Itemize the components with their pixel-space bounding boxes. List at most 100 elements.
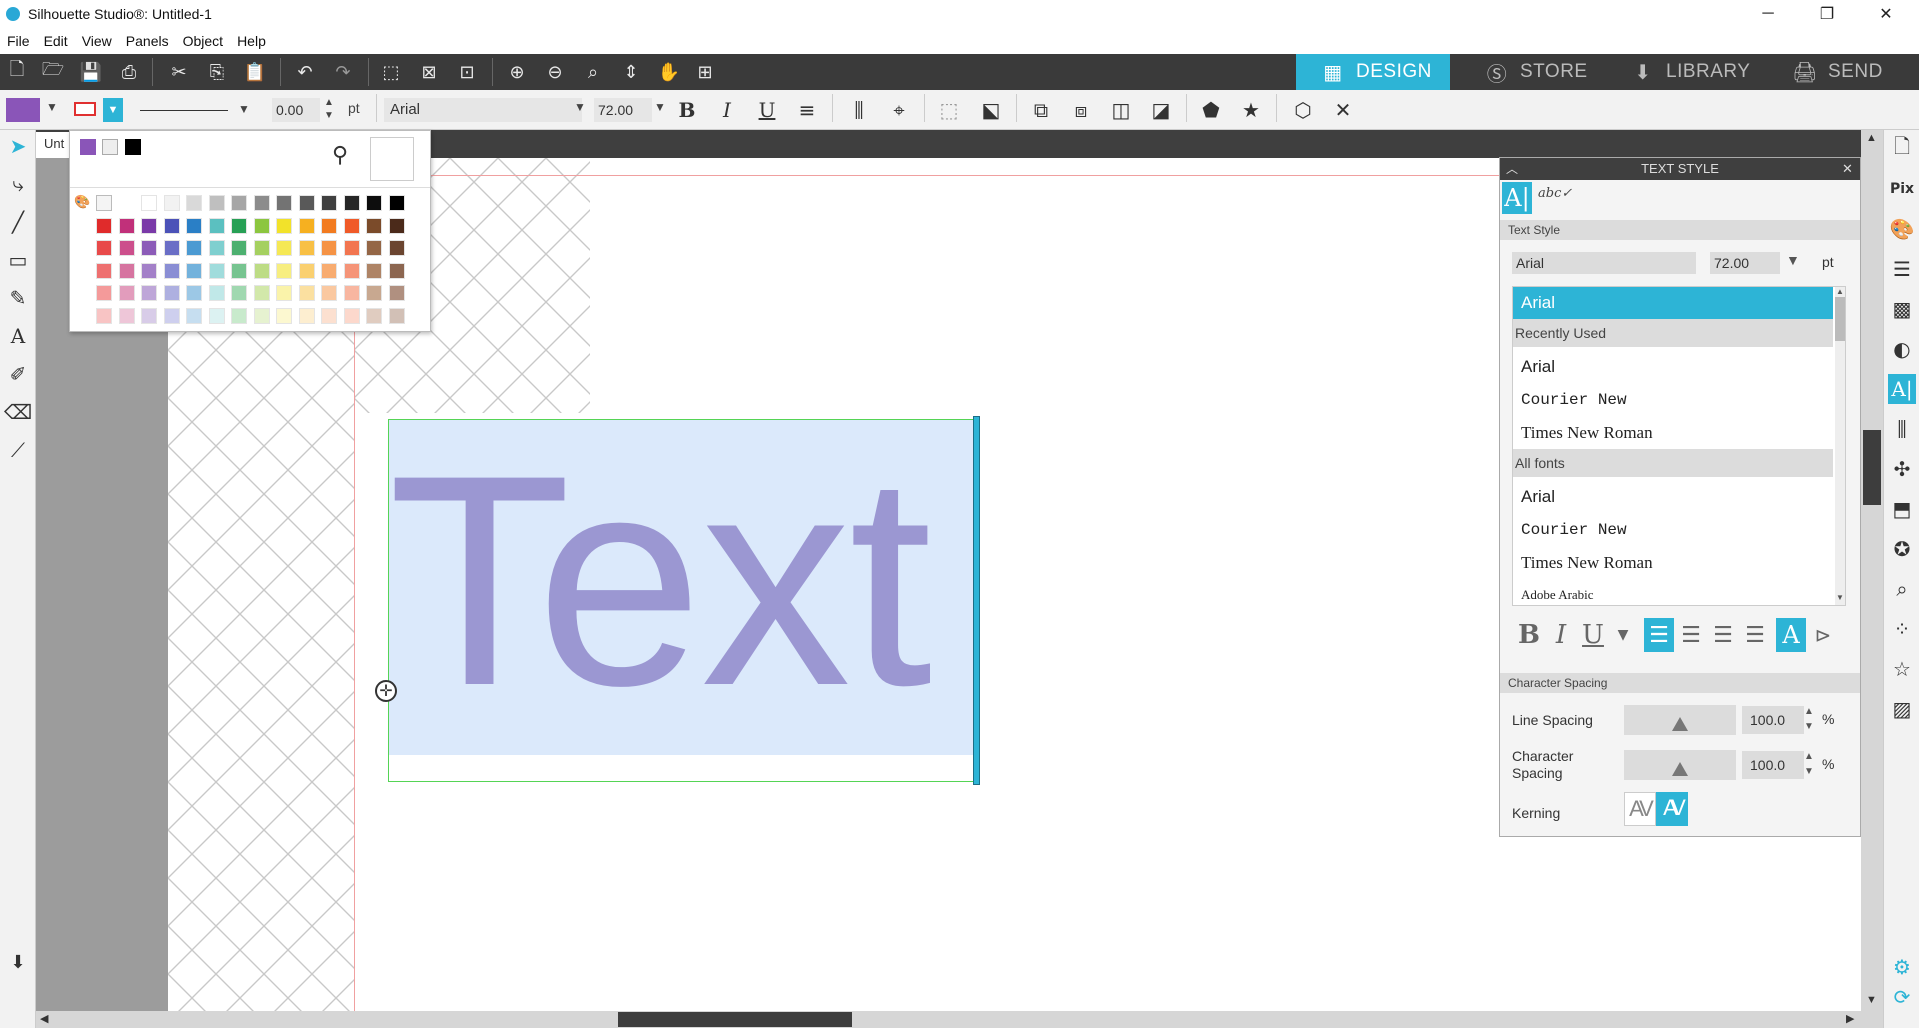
cut-icon[interactable]: ✂ [166, 60, 192, 84]
panel-italic-button[interactable]: I [1546, 618, 1576, 652]
color-swatch[interactable] [276, 240, 292, 256]
color-swatch[interactable] [321, 307, 337, 324]
color-swatch[interactable] [366, 240, 382, 256]
color-swatch[interactable] [208, 217, 225, 234]
align-right-button[interactable]: ☰ [1708, 618, 1738, 652]
scroll-down-icon[interactable]: ▼ [1866, 994, 1877, 1006]
font-list-item[interactable]: Times New Roman [1513, 547, 1833, 579]
color-swatch[interactable] [343, 285, 360, 301]
favorites-star-icon[interactable]: ☆ [1888, 654, 1916, 684]
tab-library[interactable]: ⬇ LIBRARY [1604, 54, 1764, 90]
line-spacing-stepper[interactable]: ▲ ▼ [1804, 704, 1814, 734]
fill-pattern-icon[interactable]: ▩ [1888, 294, 1916, 324]
send-to-back-icon[interactable]: ⧈ [1068, 98, 1094, 122]
menu-view[interactable]: View [75, 33, 119, 49]
text-style-tab-icon[interactable]: A| [1502, 182, 1532, 214]
pencil-tool-icon[interactable]: ✎ [4, 284, 32, 312]
undo-icon[interactable]: ↶ [292, 60, 318, 84]
knife-tool-icon[interactable]: ⟋ [4, 436, 32, 464]
line-style-preview[interactable] [140, 110, 228, 111]
color-swatch[interactable] [388, 217, 405, 234]
menu-edit[interactable]: Edit [37, 33, 75, 49]
color-swatch[interactable] [231, 262, 247, 279]
horizontal-scroll-thumb[interactable] [618, 1012, 852, 1027]
hatch-fill-icon[interactable]: ▨ [1888, 694, 1916, 724]
color-swatch[interactable] [141, 285, 157, 301]
font-size-dropdown-icon[interactable]: ▼ [654, 100, 666, 114]
color-swatch[interactable] [321, 262, 337, 279]
scroll-left-icon[interactable]: ◀ [40, 1012, 48, 1025]
color-swatch[interactable] [208, 240, 225, 256]
bold-button[interactable]: B [674, 98, 700, 122]
recent-color-swatch[interactable] [80, 139, 96, 155]
color-swatch[interactable] [321, 240, 337, 256]
line-weight-input[interactable]: 0.00 [272, 98, 320, 122]
star-shape-icon[interactable]: ★ [1238, 98, 1264, 122]
zoom-select-icon[interactable]: ⌕ [580, 60, 606, 84]
menu-panels[interactable]: Panels [119, 33, 176, 49]
tab-send[interactable]: 🖨 SEND [1764, 54, 1919, 90]
font-list-scroll-thumb[interactable] [1835, 297, 1845, 341]
color-swatch[interactable] [366, 285, 382, 301]
collapse-chevron-icon[interactable]: ︿ [1506, 158, 1518, 180]
color-swatch[interactable] [96, 240, 112, 256]
color-swatch[interactable] [163, 217, 180, 234]
color-swatch[interactable] [141, 217, 157, 234]
char-spacing-slider[interactable] [1624, 750, 1736, 780]
eyedropper-icon[interactable]: ⚲ [332, 143, 348, 168]
pan-hand-icon[interactable]: ✋ [656, 60, 682, 84]
select-arrow-icon[interactable]: ➤ [4, 132, 32, 160]
panel-underline-button[interactable]: U [1578, 618, 1608, 652]
color-swatch[interactable] [388, 195, 405, 211]
menu-help[interactable]: Help [230, 33, 273, 49]
color-swatch[interactable] [253, 240, 270, 256]
fit-to-page-icon[interactable]: ⇕ [618, 60, 644, 84]
line-spacing-slider[interactable] [1624, 705, 1736, 735]
color-swatch[interactable] [253, 307, 270, 324]
delete-icon[interactable]: ✕ [1330, 98, 1356, 122]
color-swatch[interactable] [343, 307, 360, 324]
line-spacing-input[interactable]: 100.0 [1742, 706, 1804, 734]
color-swatch[interactable] [276, 285, 292, 301]
color-swatch[interactable] [163, 195, 180, 211]
font-list-item[interactable]: Arial [1513, 351, 1833, 383]
align-center-icon[interactable]: ⫼ [846, 98, 872, 122]
line-style-icon[interactable]: ☰ [1888, 254, 1916, 284]
redo-icon[interactable]: ↷ [330, 60, 356, 84]
color-swatch[interactable] [118, 285, 135, 301]
font-list-item[interactable]: Courier New [1513, 514, 1833, 546]
color-swatch[interactable] [298, 217, 315, 234]
deselect-icon[interactable]: ⊠ [416, 60, 442, 84]
italic-button[interactable]: I [714, 98, 740, 122]
text-style-icon[interactable]: A| [1888, 374, 1916, 404]
line-color-swatch[interactable] [74, 102, 96, 116]
color-swatch[interactable] [298, 262, 315, 279]
panel-bold-button[interactable]: B [1514, 618, 1544, 652]
scroll-up-icon[interactable]: ▲ [1866, 132, 1877, 144]
font-list-item[interactable]: Arial [1513, 481, 1833, 513]
fill-dropdown-icon[interactable]: ▼ [46, 100, 58, 114]
new-file-icon[interactable]: 🗋 [4, 59, 30, 84]
library-drawer-icon[interactable]: ⬇ [4, 948, 32, 976]
menu-file[interactable]: File [0, 33, 37, 49]
panel-font-field[interactable]: Arial [1512, 252, 1696, 274]
underline-button[interactable]: U [754, 98, 780, 122]
black-color-swatch[interactable] [125, 139, 141, 155]
trace-icon[interactable]: ⌕ [1888, 574, 1916, 604]
color-swatch[interactable] [163, 307, 180, 324]
rectangle-tool-icon[interactable]: ▭ [4, 246, 32, 274]
underline-style-dropdown-icon[interactable]: ▼ [1608, 618, 1638, 652]
color-swatch[interactable] [343, 195, 360, 211]
center-to-page-icon[interactable]: ⌖ [886, 98, 912, 122]
close-button[interactable]: ✕ [1863, 0, 1909, 28]
font-dropdown-icon[interactable]: ▼ [574, 100, 586, 114]
color-swatch[interactable] [208, 195, 225, 211]
color-swatch[interactable] [208, 262, 225, 279]
canvas-text-object[interactable]: Text [388, 430, 976, 730]
kerning-on-button[interactable]: AV [1656, 792, 1688, 826]
color-swatch[interactable] [231, 285, 247, 301]
color-swatch[interactable] [276, 262, 292, 279]
custom-color-preview[interactable] [370, 137, 414, 181]
zoom-in-icon[interactable]: ⊕ [504, 60, 530, 84]
color-swatch[interactable] [141, 240, 157, 256]
